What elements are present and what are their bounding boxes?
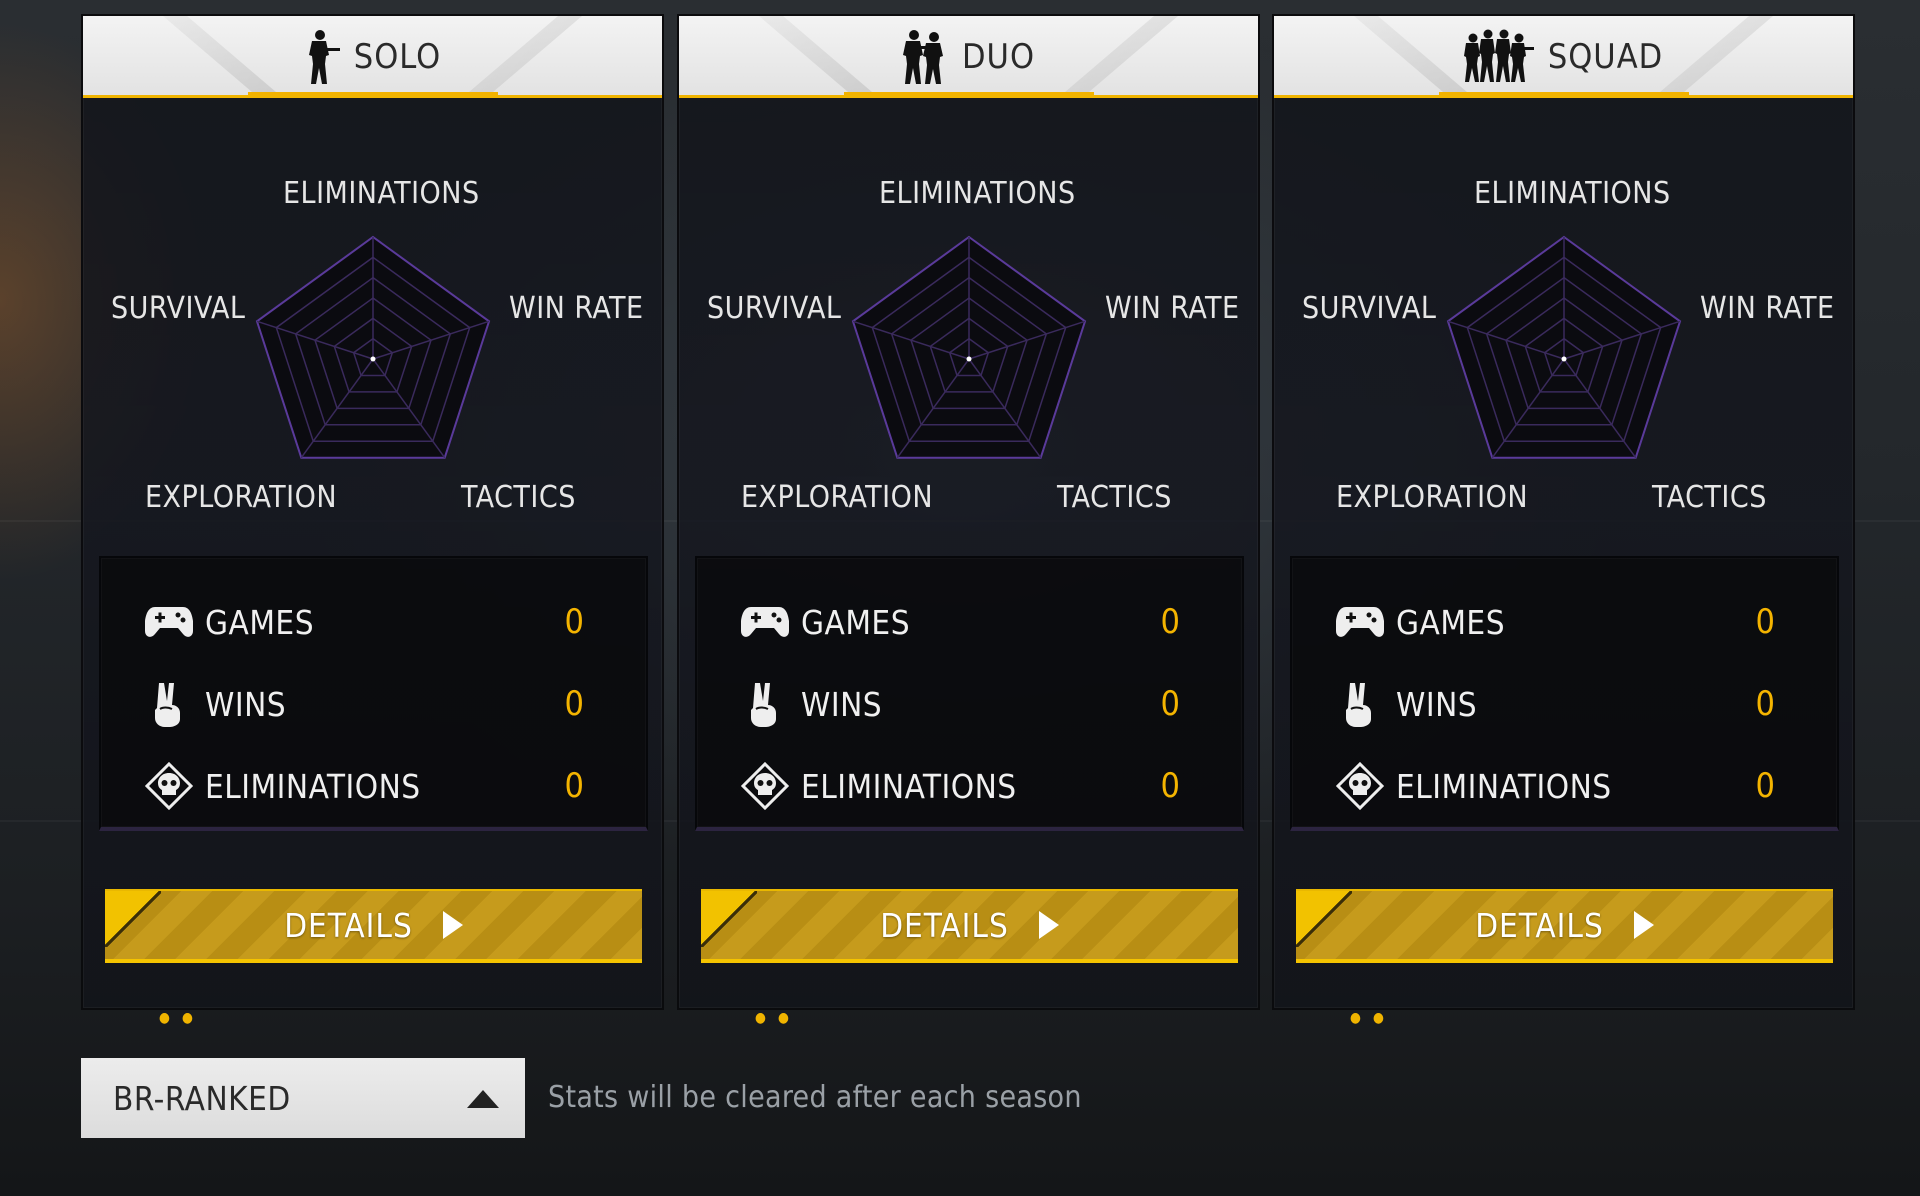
panel-duo: DUO ELIMINATIONS SURVIVAL WIN RATE EXPLO…	[677, 14, 1262, 1026]
radar-label-exploration: EXPLORATION	[145, 480, 338, 515]
stat-label: GAMES	[205, 602, 315, 642]
radar-label-survival: SURVIVAL	[1302, 291, 1437, 326]
soldier-solo-icon	[304, 28, 340, 86]
radar-label-survival: SURVIVAL	[707, 291, 842, 326]
radar-center-point	[370, 356, 376, 362]
play-arrow-icon	[442, 911, 463, 939]
stat-row-games: GAMES 0	[697, 582, 1242, 662]
stat-value-eliminations: 0	[1160, 766, 1180, 806]
stat-label: ELIMINATIONS	[205, 766, 421, 806]
stat-row-eliminations: ELIMINATIONS 0	[101, 746, 646, 826]
caret-up-icon	[467, 1090, 499, 1108]
radar-label-eliminations: ELIMINATIONS	[1474, 176, 1671, 211]
stat-row-wins: WINS 0	[697, 664, 1242, 744]
stat-value-games: 0	[1755, 602, 1775, 642]
stat-row-games: GAMES 0	[101, 582, 646, 662]
stat-label: GAMES	[1396, 602, 1506, 642]
stat-row-wins: WINS 0	[1292, 664, 1837, 744]
stat-row-eliminations: ELIMINATIONS 0	[1292, 746, 1837, 826]
stat-value-eliminations: 0	[564, 766, 584, 806]
stats-box: GAMES 0 WINS 0 ELIMINATIONS 0	[99, 556, 648, 831]
stat-label: WINS	[1396, 684, 1478, 724]
details-button-label: DETAILS	[1475, 905, 1604, 945]
panel-solo: SOLO ELIMINATIONS SURVIVAL WIN RATE EXPL…	[81, 14, 666, 1026]
radar-label-tactics: TACTICS	[461, 480, 576, 515]
stat-value-wins: 0	[1755, 684, 1775, 724]
victory-hand-icon	[741, 680, 789, 728]
stat-value-eliminations: 0	[1755, 766, 1775, 806]
details-button[interactable]: DETAILS	[105, 889, 642, 963]
details-button-label: DETAILS	[880, 905, 1009, 945]
victory-hand-icon	[1336, 680, 1384, 728]
panel-header: SQUAD	[1274, 16, 1853, 98]
radar-label-win-rate: WIN RATE	[1700, 291, 1835, 326]
stat-label: WINS	[801, 684, 883, 724]
radar-chart: ELIMINATIONS SURVIVAL WIN RATE EXPLORATI…	[679, 166, 1262, 536]
mode-title: DUO	[961, 37, 1036, 77]
play-arrow-icon	[1038, 911, 1059, 939]
stat-label: ELIMINATIONS	[801, 766, 1017, 806]
stat-label: GAMES	[801, 602, 911, 642]
decorative-dots: ● ●	[159, 1010, 197, 1026]
radar-chart: ELIMINATIONS SURVIVAL WIN RATE EXPLORATI…	[83, 166, 666, 536]
radar-label-eliminations: ELIMINATIONS	[283, 176, 480, 211]
radar-label-tactics: TACTICS	[1057, 480, 1172, 515]
details-button[interactable]: DETAILS	[701, 889, 1238, 963]
decorative-dots: ● ●	[1350, 1010, 1388, 1026]
gamepad-icon	[1336, 598, 1384, 646]
radar-label-exploration: EXPLORATION	[741, 480, 934, 515]
radar-label-win-rate: WIN RATE	[509, 291, 644, 326]
radar-label-tactics: TACTICS	[1652, 480, 1767, 515]
gamepad-icon	[145, 598, 193, 646]
skull-icon	[741, 762, 789, 810]
radar-label-exploration: EXPLORATION	[1336, 480, 1529, 515]
radar-center-point	[1561, 356, 1567, 362]
details-button[interactable]: DETAILS	[1296, 889, 1833, 963]
radar-chart: ELIMINATIONS SURVIVAL WIN RATE EXPLORATI…	[1274, 166, 1857, 536]
panel-header: DUO	[679, 16, 1258, 98]
stat-row-wins: WINS 0	[101, 664, 646, 744]
radar-center-point	[966, 356, 972, 362]
stat-value-games: 0	[564, 602, 584, 642]
mode-title: SQUAD	[1547, 37, 1664, 77]
victory-hand-icon	[145, 680, 193, 728]
soldiers-squad-icon	[1463, 28, 1534, 86]
stats-box: GAMES 0 WINS 0 ELIMINATIONS 0	[1290, 556, 1839, 831]
mode-selector-dropdown[interactable]: BR-RANKED	[81, 1058, 525, 1138]
skull-icon	[1336, 762, 1384, 810]
soldiers-duo-icon	[902, 28, 948, 86]
stats-box: GAMES 0 WINS 0 ELIMINATIONS 0	[695, 556, 1244, 831]
decorative-dots: ● ●	[755, 1010, 793, 1026]
stat-row-eliminations: ELIMINATIONS 0	[697, 746, 1242, 826]
play-arrow-icon	[1633, 911, 1654, 939]
season-note: Stats will be cleared after each season	[548, 1080, 1082, 1115]
radar-label-eliminations: ELIMINATIONS	[879, 176, 1076, 211]
mode-selector-value: BR-RANKED	[113, 1078, 291, 1118]
stat-value-wins: 0	[1160, 684, 1180, 724]
stat-row-games: GAMES 0	[1292, 582, 1837, 662]
stat-label: ELIMINATIONS	[1396, 766, 1612, 806]
panel-squad: SQUAD ELIMINATIONS SURVIVAL WIN RATE EXP…	[1272, 14, 1857, 1026]
skull-icon	[145, 762, 193, 810]
mode-title: SOLO	[353, 37, 442, 77]
details-button-label: DETAILS	[284, 905, 413, 945]
radar-label-win-rate: WIN RATE	[1105, 291, 1240, 326]
panel-header: SOLO	[83, 16, 662, 98]
gamepad-icon	[741, 598, 789, 646]
stat-value-games: 0	[1160, 602, 1180, 642]
stat-label: WINS	[205, 684, 287, 724]
radar-label-survival: SURVIVAL	[111, 291, 246, 326]
stat-value-wins: 0	[564, 684, 584, 724]
